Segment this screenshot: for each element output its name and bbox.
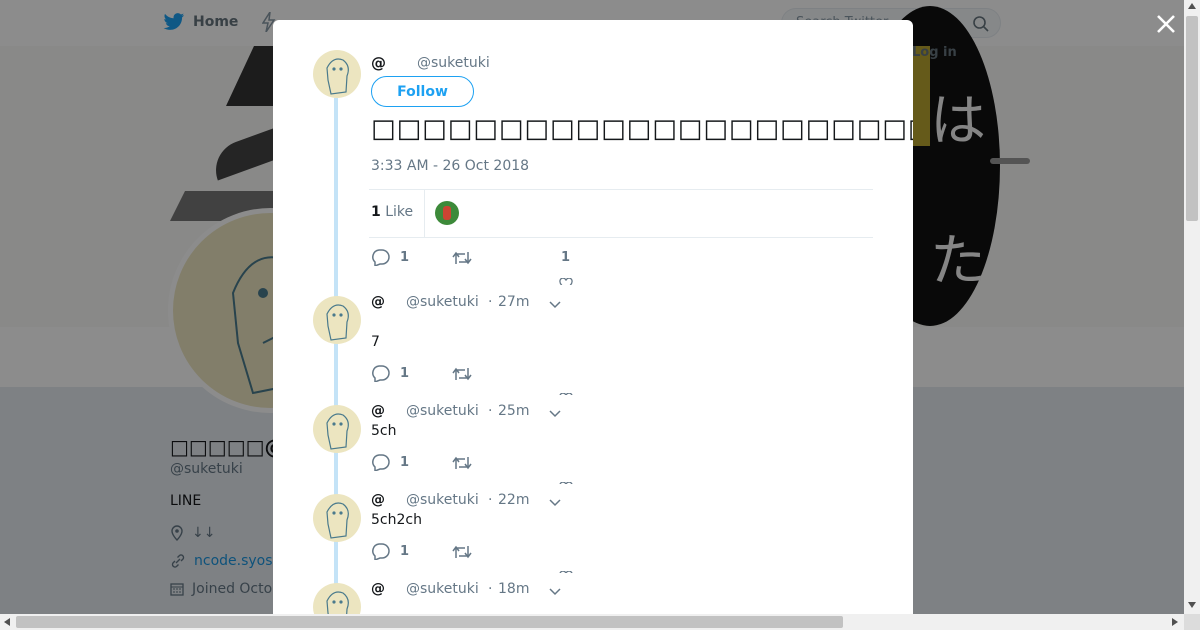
reply-author-handle[interactable]: @suketuki (406, 294, 479, 310)
tweet-timestamp[interactable]: 3:33 AM - 26 Oct 2018 (371, 158, 529, 174)
liker-avatar[interactable] (435, 201, 459, 225)
chevron-down-icon[interactable] (549, 586, 561, 596)
reply-author-name[interactable]: @ (371, 403, 385, 419)
avatar-illustration (326, 413, 349, 450)
reply-button[interactable]: 1 (371, 249, 409, 266)
avatar-illustration (326, 304, 349, 341)
reply-icon (372, 249, 390, 266)
reply-time[interactable]: 18m (498, 581, 529, 597)
heart-icon[interactable] (559, 479, 573, 484)
likes-stat[interactable]: 1 Like (371, 204, 413, 220)
avatar-illustration (326, 502, 349, 539)
scrollbar-thumb[interactable] (1186, 16, 1198, 221)
tweet-stats: 1 Like (369, 189, 873, 238)
heart-icon[interactable] (559, 390, 573, 395)
tweet-permalink-modal: @ @suketuki Follow □□□□□□□□□□□□□□□□□□□□□… (273, 20, 913, 614)
tweet-text: □□□□□□□□□□□□□□□□□□□□□□□□□□□□□□□□□□□□□□□□… (371, 114, 913, 144)
stats-divider (424, 190, 425, 237)
likes-count: 1 (371, 204, 381, 220)
scroll-up-arrow[interactable] (1188, 3, 1196, 9)
scrollbar-corner (1184, 614, 1200, 630)
reply-separator: · (488, 294, 493, 310)
chevron-down-icon[interactable] (549, 408, 561, 418)
close-icon[interactable] (1154, 12, 1178, 36)
reply-time[interactable]: 27m (498, 294, 529, 310)
reply-separator: · (488, 492, 493, 508)
reply-author-handle[interactable]: @suketuki (406, 492, 479, 508)
reply-button[interactable]: 1 (371, 365, 409, 382)
reply-count: 1 (400, 250, 410, 265)
tweet-author-name[interactable]: @ (371, 54, 386, 72)
heart-icon[interactable] (559, 568, 573, 573)
reply-count: 1 (400, 366, 410, 381)
reply-avatar[interactable] (313, 296, 361, 344)
heart-icon[interactable] (559, 275, 573, 285)
reply-author-handle[interactable]: @suketuki (406, 581, 479, 597)
reply-author-name[interactable]: @ (371, 492, 385, 508)
reply-avatar[interactable] (313, 494, 361, 542)
reply-text: 5ch (371, 423, 397, 439)
reply-time[interactable]: 25m (498, 403, 529, 419)
reply-avatar[interactable] (313, 405, 361, 453)
retweet-icon[interactable] (452, 366, 472, 382)
reply-time[interactable]: 22m (498, 492, 529, 508)
reply-icon (372, 454, 390, 471)
retweet-icon[interactable] (452, 250, 472, 266)
tweet-author-handle[interactable]: @suketuki (417, 55, 490, 71)
reply-separator: · (488, 581, 493, 597)
tweet-avatar[interactable] (313, 50, 361, 98)
vertical-scrollbar[interactable] (1184, 0, 1200, 614)
reply-count: 1 (400, 455, 410, 470)
scrollbar-thumb[interactable] (16, 616, 843, 628)
reply-separator: · (488, 403, 493, 419)
avatar-illustration (326, 591, 349, 614)
scroll-left-arrow[interactable] (4, 618, 10, 626)
scroll-right-arrow[interactable] (1172, 618, 1178, 626)
reply-text: 7 (371, 334, 380, 350)
reply-avatar[interactable] (313, 583, 361, 614)
chevron-down-icon[interactable] (549, 299, 561, 309)
reply-button[interactable]: 1 (371, 543, 409, 560)
horizontal-scrollbar[interactable] (0, 614, 1184, 630)
reply-button[interactable]: 1 (371, 454, 409, 471)
reply-icon (372, 543, 390, 560)
like-count: 1 (561, 250, 571, 265)
likes-label: Like (385, 204, 414, 220)
avatar-illustration (326, 58, 349, 95)
retweet-icon[interactable] (452, 544, 472, 560)
reply-icon (372, 365, 390, 382)
chevron-down-icon[interactable] (549, 497, 561, 507)
follow-button[interactable]: Follow (371, 76, 474, 107)
retweet-icon[interactable] (452, 455, 472, 471)
reply-text: 5ch2ch (371, 512, 422, 528)
reply-count: 1 (400, 544, 410, 559)
reply-author-name[interactable]: @ (371, 581, 385, 597)
reply-author-name[interactable]: @ (371, 294, 385, 310)
reply-author-handle[interactable]: @suketuki (406, 403, 479, 419)
scroll-down-arrow[interactable] (1188, 602, 1196, 608)
